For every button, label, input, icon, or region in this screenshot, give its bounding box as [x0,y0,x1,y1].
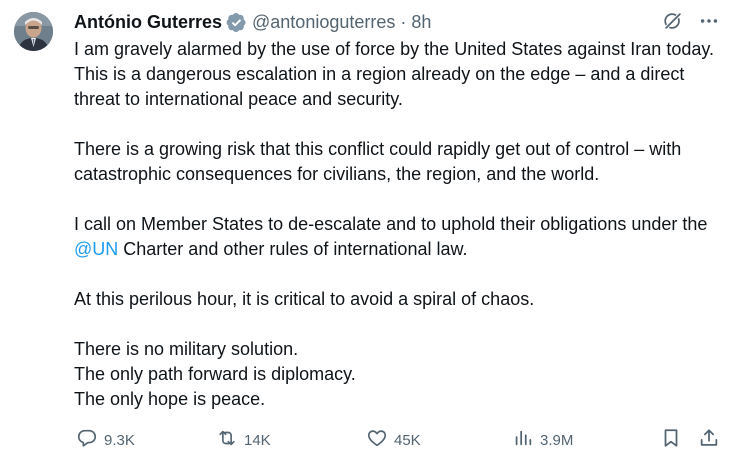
avatar[interactable] [14,12,53,51]
share-icon [698,427,720,453]
bookmark-button[interactable] [660,426,682,454]
heart-icon [366,427,388,453]
tweet-header: António Guterres @antonioguterres · 8h [74,10,431,34]
repost-button[interactable]: 14K [216,426,271,454]
mention-link[interactable]: @UN [74,239,118,259]
like-count: 45K [394,431,421,449]
tweet-paragraph: There is a growing risk that this confli… [74,139,682,184]
repost-icon [216,427,238,453]
tweet-paragraph: At this perilous hour, it is critical to… [74,289,535,309]
author-handle[interactable]: @antonioguterres [252,12,395,33]
tweet-paragraph: I am gravely alarmed by the use of force… [74,39,715,109]
top-actions [662,10,720,32]
separator-dot: · [400,11,407,32]
author-name[interactable]: António Guterres [74,12,222,33]
paragraph-text: I call on Member States to de-escalate a… [74,214,708,234]
verified-badge-icon[interactable] [226,12,247,33]
views-button[interactable]: 3.9M [512,426,573,454]
paragraph-text: Charter and other rules of international… [118,239,468,259]
more-icon[interactable] [698,10,720,32]
share-button[interactable] [698,426,720,454]
reply-button[interactable]: 9.3K [76,426,135,454]
like-button[interactable]: 45K [366,426,421,454]
reply-icon [76,427,98,453]
avatar-image [14,12,53,51]
tweet-paragraph: There is no military solution. The only … [74,339,356,409]
views-icon [512,427,534,453]
views-count: 3.9M [540,431,574,449]
reply-count: 9.3K [104,431,135,449]
repost-count: 14K [244,431,271,449]
tweet-actions: 9.3K 14K 45K 3.9M [74,426,722,454]
timestamp[interactable]: 8h [411,12,431,33]
bookmark-icon [660,427,682,453]
tweet-paragraph: I call on Member States to de-escalate a… [74,212,729,262]
tweet[interactable]: António Guterres @antonioguterres · 8h I… [0,0,742,467]
grok-icon[interactable] [662,10,684,32]
tweet-text: I am gravely alarmed by the use of force… [74,37,729,412]
